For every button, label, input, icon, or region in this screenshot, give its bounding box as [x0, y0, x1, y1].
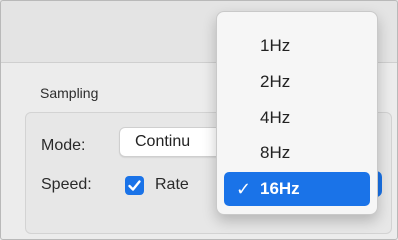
checkmark-icon — [128, 180, 141, 191]
speed-label: Speed: — [41, 176, 92, 193]
menu-item-4hz[interactable]: 4Hz — [224, 101, 370, 135]
rate-checkbox[interactable] — [125, 176, 144, 195]
menu-item-16hz[interactable]: ✓ 16Hz — [224, 172, 370, 206]
mode-popup-value: Continu — [135, 133, 191, 150]
check-icon: ✓ — [236, 179, 252, 199]
menu-item-label: 16Hz — [260, 179, 300, 198]
section-title: Sampling — [40, 85, 99, 101]
speed-dropdown-menu: 1Hz 2Hz 4Hz 8Hz ✓ 16Hz — [216, 11, 378, 215]
rate-checkbox-label: Rate — [155, 176, 189, 193]
menu-item-label: 8Hz — [260, 143, 291, 162]
menu-item-8hz[interactable]: 8Hz — [224, 136, 370, 170]
mode-popup-button[interactable]: Continu — [119, 127, 226, 157]
menu-item-label: 2Hz — [260, 72, 291, 91]
menu-item-label: 1Hz — [260, 36, 291, 55]
mode-label: Mode: — [41, 137, 86, 154]
menu-item-label: 4Hz — [260, 108, 291, 127]
menu-item-1hz[interactable]: 1Hz — [224, 29, 370, 63]
menu-item-2hz[interactable]: 2Hz — [224, 65, 370, 99]
